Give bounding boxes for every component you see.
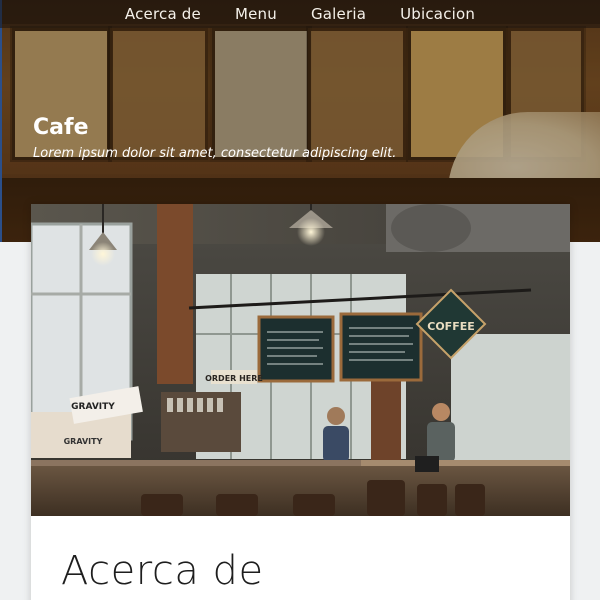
nav-link-galeria[interactable]: Galeria — [311, 5, 366, 23]
top-navigation: Acerca de Menu Galeria Ubicacion — [0, 0, 600, 28]
hero-subtitle: Lorem ipsum dolor sit amet, consectetur … — [33, 146, 397, 161]
hero-title: Cafe — [33, 115, 89, 140]
coffee-sign-label: COFFEE — [427, 320, 474, 333]
page: Cafe Lorem ipsum dolor sit amet, consect… — [0, 0, 600, 600]
gravity-box-label-2: GRAVITY — [64, 437, 103, 446]
order-here-sign: ORDER HERE — [205, 374, 263, 383]
cafe-interior-photo: COFFEE ORDER HERE GRAVITY GRAVITY — [31, 204, 570, 516]
cafe-interior-illustration: COFFEE ORDER HERE GRAVITY GRAVITY — [31, 204, 570, 516]
nav-link-acerca-de[interactable]: Acerca de — [125, 5, 201, 23]
content-card: COFFEE ORDER HERE GRAVITY GRAVITY Acerca… — [31, 204, 570, 600]
section-heading-acerca-de: Acerca de — [61, 548, 264, 594]
nav-link-menu[interactable]: Menu — [235, 5, 277, 23]
gravity-box-label-1: GRAVITY — [71, 402, 115, 412]
nav-link-ubicacion[interactable]: Ubicacion — [400, 5, 475, 23]
